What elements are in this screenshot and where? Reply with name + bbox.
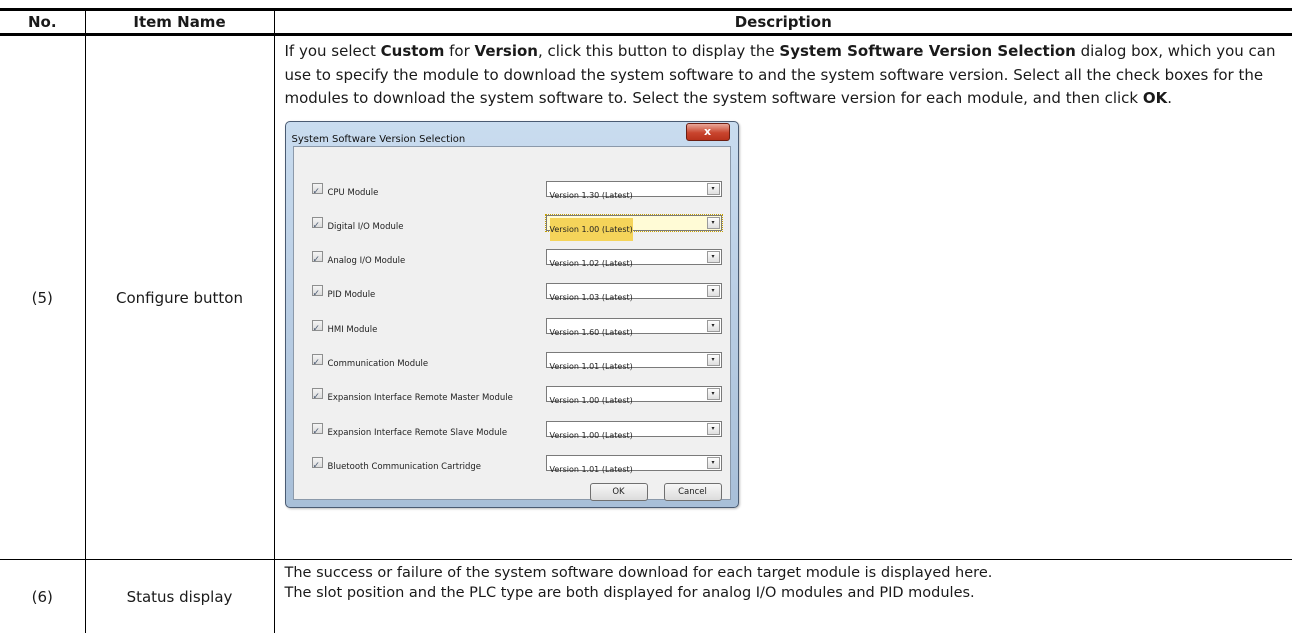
module-row: HMI Module Version 1.60 (Latest) ▾ xyxy=(311,317,727,341)
module-row: PID Module Version 1.03 (Latest) ▾ xyxy=(311,283,727,307)
checkbox-icon xyxy=(311,283,323,307)
version-value: Version 1.60 (Latest) xyxy=(549,327,633,337)
dialog-body: OK Cancel CPU Module Version 1.30 (Latest… xyxy=(292,145,731,501)
chevron-down-icon: ▾ xyxy=(706,285,720,298)
version-dropdown: Version 1.02 (Latest) ▾ xyxy=(545,249,722,268)
description-cell: The success or failure of the system sof… xyxy=(273,559,1292,633)
module-row: Expansion Interface Remote Master Module… xyxy=(311,386,727,410)
module-label: Bluetooth Communication Cartridge xyxy=(327,461,482,472)
module-label: CPU Module xyxy=(327,187,379,198)
description-line: The success or failure of the system sof… xyxy=(284,565,993,581)
description-cell: If you select Custom for Version, click … xyxy=(273,34,1292,560)
module-row: Analog I/O Module Version 1.02 (Latest) ▾ xyxy=(311,249,727,273)
cancel-button: Cancel xyxy=(663,482,722,501)
checkbox-icon xyxy=(311,181,323,204)
header-no: No. xyxy=(0,8,86,36)
close-icon: x xyxy=(685,122,730,141)
version-value: Version 1.03 (Latest) xyxy=(549,293,633,303)
version-dropdown: Version 1.60 (Latest) ▾ xyxy=(545,317,722,337)
item-name: Configure button xyxy=(84,34,275,560)
header-item-name: Item Name xyxy=(84,8,275,36)
version-selection-dialog-screenshot: System Software Version Selection x OK C… xyxy=(284,120,739,508)
row-number: (6) xyxy=(0,559,86,633)
module-label: Digital I/O Module xyxy=(327,221,404,232)
module-label: Expansion Interface Remote Master Module xyxy=(327,393,513,404)
version-dropdown: Version 1.00 (Latest) ▾ xyxy=(544,213,723,242)
chevron-down-icon: ▾ xyxy=(706,216,720,229)
module-label: PID Module xyxy=(327,290,376,301)
description-line: The slot position and the PLC type are b… xyxy=(284,585,975,601)
item-name: Status display xyxy=(84,559,275,633)
version-value: Version 1.30 (Latest) xyxy=(549,190,633,200)
chevron-down-icon: ▾ xyxy=(706,456,720,469)
chevron-down-icon: ▾ xyxy=(706,182,720,195)
version-value: Version 1.00 (Latest) xyxy=(549,430,633,440)
version-dropdown: Version 1.30 (Latest) ▾ xyxy=(545,180,722,200)
version-value: Version 1.01 (Latest) xyxy=(549,362,633,371)
table-row: (6) Status display The success or failur… xyxy=(0,559,1292,633)
checkbox-icon xyxy=(311,215,323,238)
module-label: Analog I/O Module xyxy=(327,256,406,267)
header-description: Description xyxy=(273,8,1292,36)
header-row: No. Item Name Description xyxy=(0,8,1292,36)
version-value: Version 1.00 (Latest) xyxy=(549,217,633,242)
module-row: Bluetooth Communication Cartridge Version… xyxy=(311,454,727,478)
module-label: Expansion Interface Remote Slave Module xyxy=(327,427,508,438)
module-row: Digital I/O Module Version 1.00 (Latest) ▾ xyxy=(311,213,727,242)
chevron-down-icon: ▾ xyxy=(706,388,720,401)
version-dropdown: Version 1.01 (Latest) ▾ xyxy=(545,454,722,474)
checkbox-icon xyxy=(311,352,323,376)
chevron-down-icon: ▾ xyxy=(706,422,720,435)
module-label: HMI Module xyxy=(327,324,378,335)
checkbox-icon xyxy=(311,421,323,444)
chevron-down-icon: ▾ xyxy=(706,354,720,366)
checkbox-icon xyxy=(311,318,323,341)
ok-button: OK xyxy=(589,482,648,501)
version-value: Version 1.00 (Latest) xyxy=(549,396,633,406)
module-row: Communication Module Version 1.01 (Latest… xyxy=(311,352,727,376)
version-value: Version 1.01 (Latest) xyxy=(549,464,633,474)
version-dropdown: Version 1.03 (Latest) ▾ xyxy=(545,283,722,302)
checkbox-icon xyxy=(311,249,323,273)
module-row: Expansion Interface Remote Slave Module V… xyxy=(311,420,727,444)
module-label: Communication Module xyxy=(327,359,429,369)
checkbox-icon xyxy=(311,386,323,410)
row-number: (5) xyxy=(0,34,86,560)
chevron-down-icon: ▾ xyxy=(706,319,720,332)
version-dropdown: Version 1.00 (Latest) ▾ xyxy=(545,420,722,440)
checkbox-icon xyxy=(311,455,323,478)
module-row: CPU Module Version 1.30 (Latest) ▾ xyxy=(311,180,727,204)
version-dropdown: Version 1.01 (Latest) ▾ xyxy=(545,352,722,371)
version-dropdown: Version 1.00 (Latest) ▾ xyxy=(545,386,722,405)
table-row: (5) Configure button If you select Custo… xyxy=(0,34,1292,560)
chevron-down-icon: ▾ xyxy=(706,251,720,264)
version-value: Version 1.02 (Latest) xyxy=(549,259,633,269)
description-table: No. Item Name Description (5) Configure … xyxy=(0,8,1292,633)
description-text: If you select Custom for Version, click … xyxy=(284,42,1276,107)
